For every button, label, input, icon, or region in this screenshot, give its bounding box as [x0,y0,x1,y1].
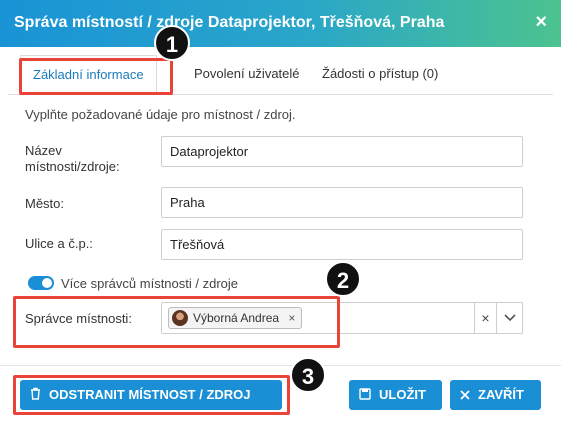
clear-icon[interactable]: × [474,303,496,333]
close-icon[interactable]: × [535,11,547,33]
admin-select[interactable]: Výborná Andrea × × [161,302,523,334]
step-marker-1: 1 [154,25,190,61]
city-input[interactable] [161,187,523,218]
delete-room-button[interactable]: ODSTRANIT MÍSTNOST / ZDROJ [20,380,282,410]
close-icon [460,381,470,411]
room-management-dialog: Správa místností / zdroje Dataprojektor,… [0,0,561,433]
chip-remove-icon[interactable]: × [288,311,295,325]
form-intro: Vyplňte požadované údaje pro místnost / … [25,107,296,122]
dialog-header: Správa místností / zdroje Dataprojektor,… [0,0,561,47]
delete-room-label: ODSTRANIT MÍSTNOST / ZDROJ [49,387,251,402]
tab-bar: Základní informace Povolení uživatelé Žá… [8,55,553,95]
dialog-title: Správa místností / zdroje Dataprojektor,… [14,14,445,31]
admin-label: Správce místnosti: [25,311,132,326]
tab-basic-info[interactable]: Základní informace [20,55,157,95]
admin-chip: Výborná Andrea × [168,307,303,329]
multi-admin-toggle[interactable] [28,276,54,290]
close-label: ZAVŘÍT [478,387,524,402]
close-button[interactable]: ZAVŘÍT [450,380,541,410]
street-label: Ulice a č.p.: [25,236,93,251]
multi-admin-toggle-label: Více správců místnosti / zdroje [61,276,239,291]
trash-icon [30,381,41,411]
step-marker-3: 3 [290,357,326,393]
save-button[interactable]: ULOŽIT [349,380,442,410]
name-input[interactable] [161,136,523,167]
save-icon [359,381,371,411]
tab-access-requests[interactable]: Žádosti o přístup (0) [310,55,450,95]
name-label: Název místnosti/zdroje: [25,143,120,174]
city-label: Město: [25,196,65,211]
footer-divider [0,365,561,366]
tab-allowed-users[interactable]: Povolení uživatelé [182,55,312,95]
avatar [172,310,188,326]
admin-chip-label: Výborná Andrea [193,311,280,325]
step-marker-2: 2 [325,261,361,297]
chevron-down-icon[interactable] [496,303,522,333]
save-label: ULOŽIT [379,387,426,402]
street-input[interactable] [161,229,523,260]
